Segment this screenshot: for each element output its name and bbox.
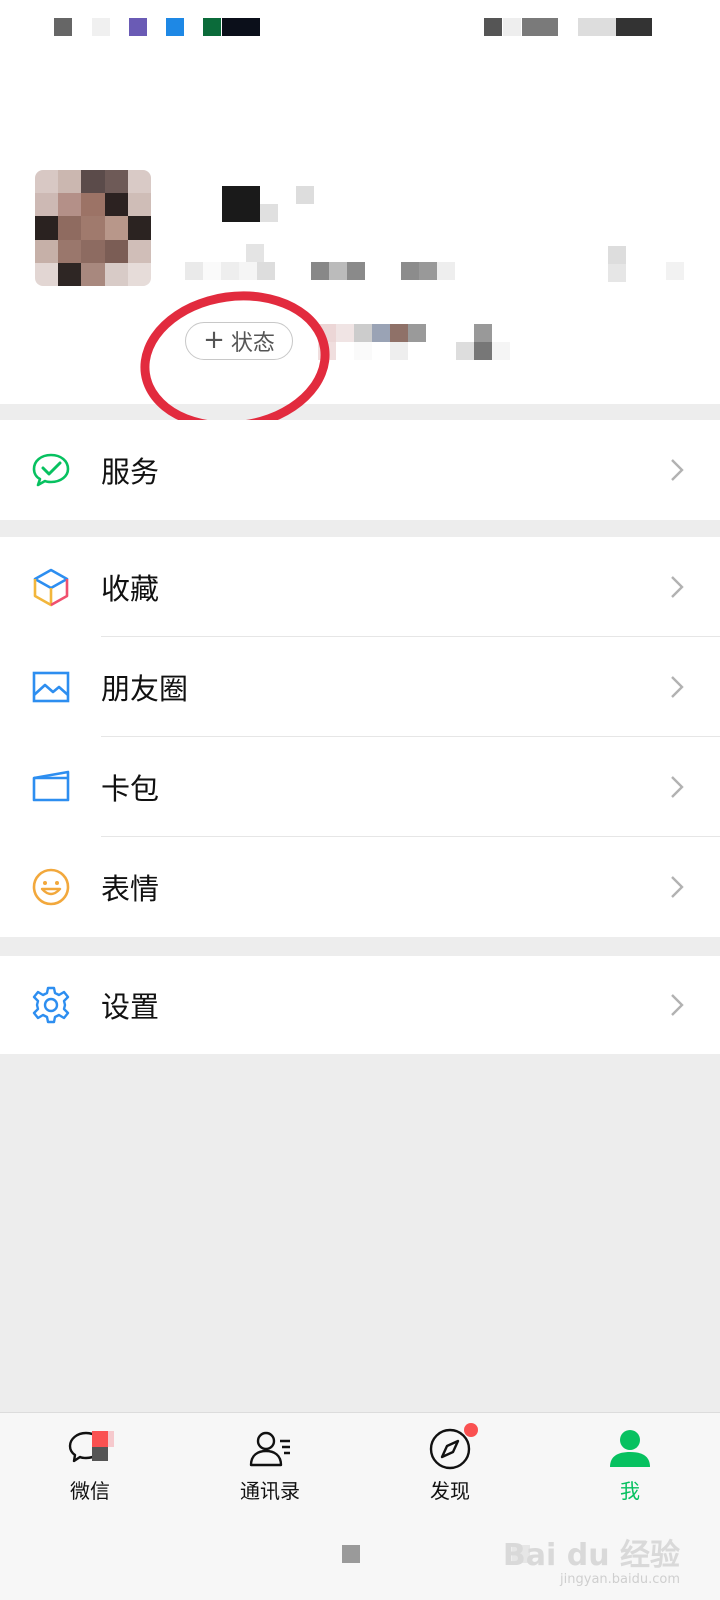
tab-label: 我 xyxy=(620,1479,640,1503)
tab-label: 通讯录 xyxy=(240,1479,300,1503)
smiley-face-icon xyxy=(32,868,70,906)
tab-chats[interactable]: 微信 xyxy=(0,1413,180,1511)
tab-contacts[interactable]: 通讯录 xyxy=(180,1413,360,1511)
friend-status-preview[interactable] xyxy=(318,324,426,342)
watermark-logo: Bai du 经验 xyxy=(502,1538,680,1573)
favorites-cube-icon xyxy=(33,568,69,607)
tab-label: 微信 xyxy=(70,1479,110,1503)
status-icon xyxy=(222,18,260,36)
chevron-right-icon xyxy=(671,876,684,898)
battery-icon xyxy=(578,18,616,36)
wifi-icon xyxy=(522,18,558,36)
avatar[interactable] xyxy=(35,170,151,286)
wechat-pay-icon xyxy=(32,453,70,487)
watermark-url: jingyan.baidu.com xyxy=(560,1572,680,1587)
settings-group: 设置 xyxy=(0,956,720,1054)
friend-status-preview xyxy=(456,324,492,342)
chevron-right-icon xyxy=(671,576,684,598)
home-button[interactable] xyxy=(342,1545,360,1563)
menu-label: 朋友圈 xyxy=(101,672,189,706)
menu-label: 收藏 xyxy=(101,572,160,606)
status-icon xyxy=(203,18,221,36)
person-icon xyxy=(610,1430,650,1467)
menu-item-card-wallet[interactable]: 卡包 xyxy=(0,737,720,837)
menu-item-settings[interactable]: 设置 xyxy=(0,956,720,1054)
status-bar xyxy=(0,0,720,56)
card-wallet-icon xyxy=(32,770,70,802)
menu-item-stickers[interactable]: 表情 xyxy=(0,837,720,937)
chevron-right-icon xyxy=(671,776,684,798)
tab-me[interactable]: 我 xyxy=(540,1413,720,1511)
menu-item-services[interactable]: 服务 xyxy=(0,420,720,520)
chevron-right-icon xyxy=(671,994,684,1016)
contacts-icon xyxy=(249,1431,290,1467)
bottom-tab-bar: 微信 通讯录 发现 我 xyxy=(0,1412,720,1510)
friend-status-preview xyxy=(456,342,510,360)
menu-item-favorites[interactable]: 收藏 xyxy=(0,537,720,637)
tab-label: 发现 xyxy=(430,1479,470,1503)
wechat-id-fragment xyxy=(246,244,264,262)
signal-icon xyxy=(484,18,502,36)
services-group: 服务 xyxy=(0,420,720,520)
qr-code-icon[interactable] xyxy=(608,246,626,282)
chat-bubbles-icon xyxy=(68,1431,114,1463)
menu-label: 设置 xyxy=(101,990,160,1024)
gear-icon xyxy=(32,986,70,1024)
status-icon xyxy=(129,18,147,36)
status-icon xyxy=(166,18,184,36)
chevron-right-icon xyxy=(671,676,684,698)
signal-icon xyxy=(503,18,521,36)
friend-status-preview xyxy=(318,342,408,360)
moments-image-icon xyxy=(32,671,70,703)
chevron-right-icon xyxy=(671,459,684,481)
chevron-right-icon[interactable] xyxy=(666,262,684,280)
status-icon xyxy=(92,18,110,36)
wechat-id xyxy=(185,262,455,280)
notification-dot xyxy=(464,1423,478,1437)
main-menu-group: 收藏 朋友圈 卡包 表情 xyxy=(0,537,720,937)
tab-discover[interactable]: 发现 xyxy=(360,1413,540,1511)
time-text xyxy=(616,18,652,36)
menu-label: 卡包 xyxy=(101,772,160,806)
status-icon xyxy=(54,18,72,36)
menu-label: 服务 xyxy=(101,455,160,489)
menu-item-moments[interactable]: 朋友圈 xyxy=(0,637,720,737)
nickname xyxy=(222,186,314,222)
menu-label: 表情 xyxy=(101,872,160,906)
